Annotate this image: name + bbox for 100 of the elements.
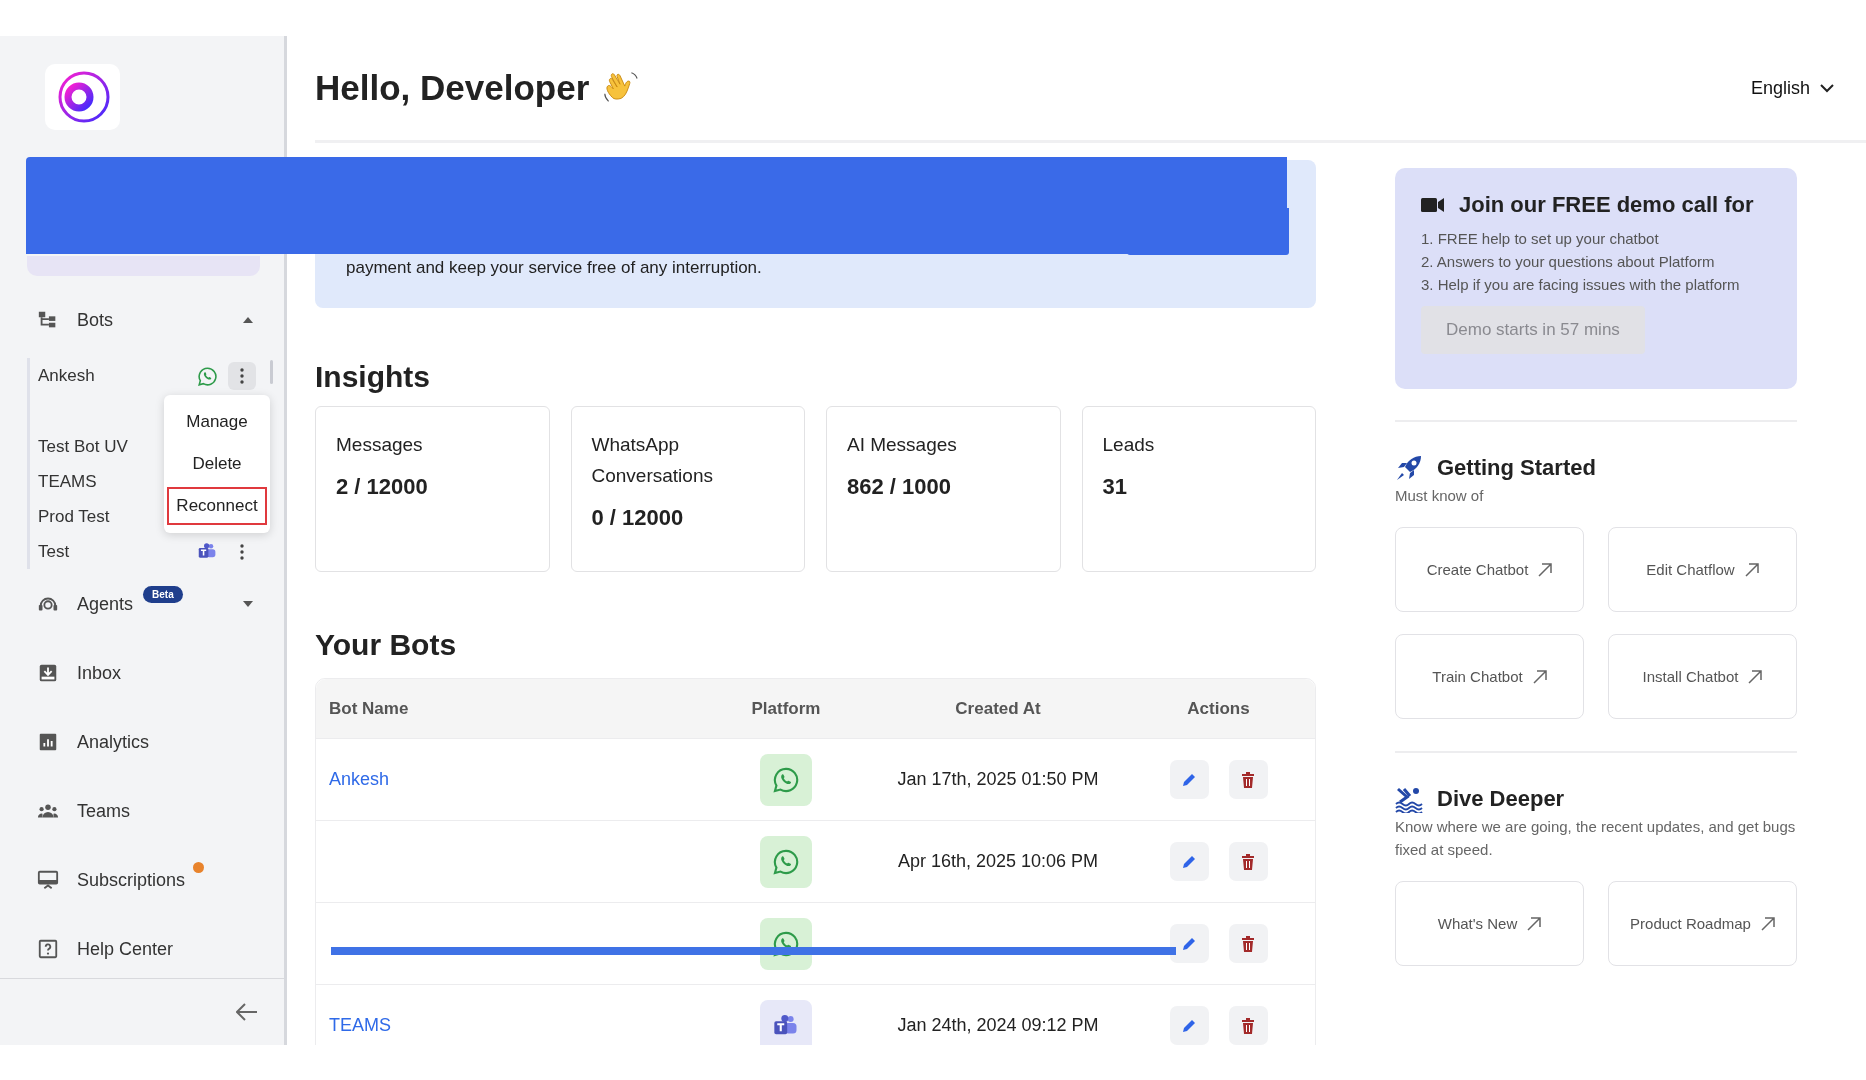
- stat-value: 0 / 12000: [591, 505, 685, 531]
- nav-label: Inbox: [77, 662, 122, 684]
- stat-value: 2 / 12000: [336, 474, 429, 500]
- section-subtitle: Must know of: [1395, 486, 1485, 506]
- nav-item[interactable]: Bots: [27, 300, 260, 340]
- stat-label: WhatsApp Conversations: [591, 433, 714, 488]
- link-label: Edit Chatflow: [1646, 561, 1735, 578]
- nav-item[interactable]: Help Center: [27, 929, 260, 969]
- pencil-icon: [1181, 1017, 1197, 1034]
- monitor-icon: [37, 869, 59, 891]
- nav-label: Teams: [77, 800, 130, 822]
- column-header: Bot Name: [328, 698, 410, 719]
- nav-item[interactable]: Subscriptions: [27, 860, 260, 900]
- bot-item[interactable]: Ankesh: [30, 358, 260, 394]
- bot-link[interactable]: Ankesh: [329, 769, 390, 789]
- nav-label: Agents: [77, 593, 134, 615]
- beta-badge: Beta: [143, 586, 183, 603]
- pencil-icon: [1181, 935, 1197, 952]
- edit-button[interactable]: [1169, 842, 1209, 881]
- help-icon: [37, 938, 59, 960]
- nav-label: Subscriptions: [77, 869, 186, 891]
- arrow-up-right-icon: [1760, 916, 1775, 931]
- column-header: Created At: [954, 698, 1042, 719]
- nav-item[interactable]: Teams: [27, 791, 260, 831]
- menu-item[interactable]: Delete: [167, 445, 267, 483]
- link-card[interactable]: Install Chatbot: [1608, 634, 1797, 719]
- link-label: Train Chatbot: [1432, 668, 1523, 685]
- arrow-up-right-icon: [1532, 669, 1547, 684]
- stat-label: AI Messages: [847, 433, 958, 457]
- list-item: 1. FREE help to set up your chatbot: [1421, 229, 1660, 249]
- column-header: Actions: [1186, 698, 1251, 719]
- link-card[interactable]: Train Chatbot: [1395, 634, 1584, 719]
- pencil-icon: [1181, 853, 1197, 870]
- rocket-icon: [1395, 454, 1423, 482]
- delete-button[interactable]: [1228, 1006, 1268, 1045]
- bot-name: Ankesh: [38, 366, 95, 386]
- nav-label: Analytics: [77, 731, 150, 753]
- swimmer-icon: [1395, 785, 1423, 813]
- whatsapp-icon: [197, 365, 218, 387]
- card-title: Join our FREE demo call for: [1459, 192, 1754, 218]
- link-card[interactable]: Edit Chatflow: [1608, 527, 1797, 612]
- kebab-icon: [240, 543, 244, 560]
- delete-button[interactable]: [1228, 924, 1268, 963]
- list-item: 3. Help if you are facing issues with the platform: [1421, 275, 1741, 295]
- chevron-down-icon: [1820, 83, 1834, 93]
- table-cell: Jan 24th, 2024 09:12 PM: [897, 1015, 1099, 1036]
- section-title: Insights: [315, 360, 431, 394]
- link-card[interactable]: Create Chatbot: [1395, 527, 1584, 612]
- whatsapp-icon: [772, 929, 800, 958]
- kebab-icon: [240, 368, 244, 384]
- bot-link[interactable]: TEAMS: [329, 1015, 391, 1035]
- nav-item[interactable]: Inbox: [27, 653, 260, 693]
- chart-icon: [37, 731, 59, 753]
- edit-button[interactable]: [1169, 1006, 1209, 1045]
- edit-button[interactable]: [1169, 924, 1209, 963]
- more-button[interactable]: [228, 362, 256, 390]
- section-subtitle: Know where we are going, the recent updates, and get bugs fixed at speed.: [1395, 817, 1797, 860]
- stat-value: 31: [1102, 474, 1128, 500]
- link-label: Product Roadmap: [1630, 915, 1751, 932]
- nav-item[interactable]: Agents Beta: [27, 584, 260, 624]
- trash-icon: [1241, 771, 1255, 788]
- arrow-up-right-icon: [1538, 562, 1553, 577]
- delete-button[interactable]: [1228, 760, 1268, 799]
- link-card[interactable]: What's New: [1395, 881, 1584, 966]
- link-card[interactable]: Product Roadmap: [1608, 881, 1797, 966]
- inbox-icon: [37, 662, 59, 684]
- stat-label: Messages: [336, 433, 424, 457]
- arrow-up-right-icon: [1744, 562, 1759, 577]
- nav-item[interactable]: Analytics: [27, 722, 260, 762]
- bot-item[interactable]: Test: [30, 534, 260, 569]
- link-label: What's New: [1437, 915, 1518, 932]
- nav-label: Bots: [77, 309, 114, 331]
- pencil-icon: [1181, 771, 1197, 788]
- table-cell: Jan 17th, 2025 01:50 PM: [897, 769, 1099, 790]
- table-cell: Apr 16th, 2025 10:06 PM: [897, 851, 1099, 872]
- stat-label: Leads: [1102, 433, 1156, 457]
- link-label: Create Chatbot: [1426, 561, 1529, 578]
- nav-label: Help Center: [77, 938, 174, 960]
- trash-icon: [1241, 853, 1255, 870]
- scrollbar: [270, 360, 273, 384]
- whatsapp-icon: [772, 847, 800, 876]
- delete-button[interactable]: [1228, 842, 1268, 881]
- language-select[interactable]: English: [1750, 77, 1834, 99]
- page-title: Hello, Developer: [315, 68, 590, 108]
- menu-item[interactable]: Reconnect: [167, 487, 267, 525]
- menu-item[interactable]: Manage: [167, 403, 267, 441]
- section-title: Getting Started: [1437, 455, 1596, 481]
- arrow-left-icon: [236, 1003, 258, 1021]
- trash-icon: [1241, 1017, 1255, 1034]
- bot-name: Test: [38, 541, 70, 562]
- list-item: 2. Answers to your questions about Platform: [1421, 252, 1716, 272]
- banner-text: payment and keep your service free of any interruption.: [346, 258, 762, 278]
- whatsapp-icon: [772, 765, 800, 794]
- link-label: Install Chatbot: [1642, 668, 1739, 685]
- bot-name: TEAMS: [38, 471, 97, 492]
- edit-button[interactable]: [1169, 760, 1209, 799]
- stat-value: 862 / 1000: [847, 474, 952, 500]
- trash-icon: [1241, 935, 1255, 952]
- column-header: Platform: [750, 698, 822, 719]
- arrow-up-right-icon: [1527, 916, 1542, 931]
